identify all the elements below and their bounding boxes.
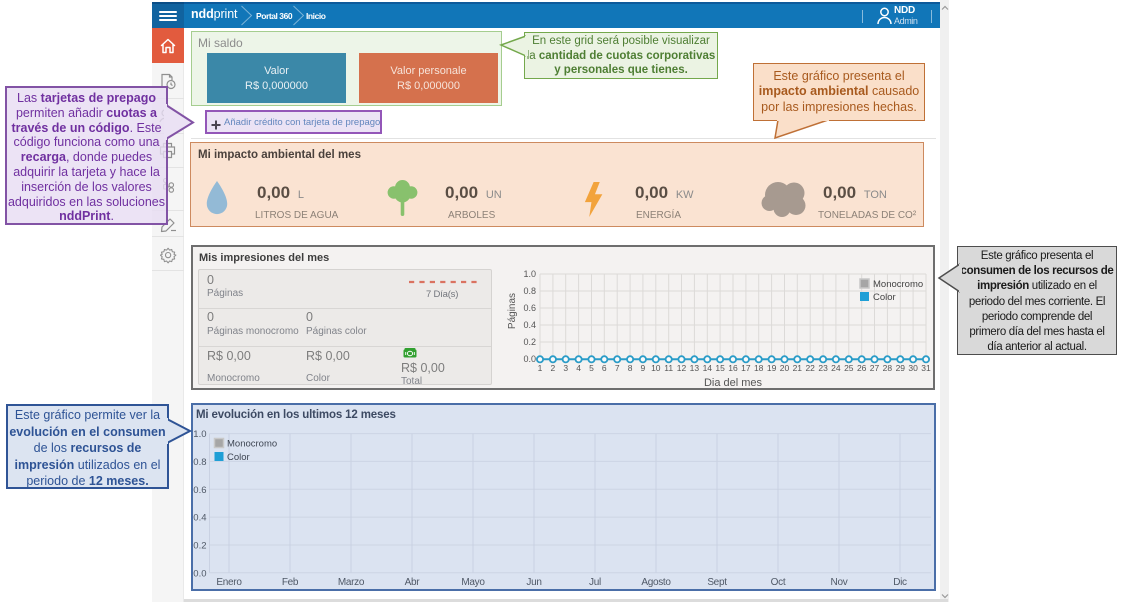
- svg-text:0.4: 0.4: [193, 513, 206, 524]
- svg-text:Feb: Feb: [282, 577, 299, 588]
- svg-text:25: 25: [844, 363, 854, 373]
- svg-text:0.4: 0.4: [523, 320, 536, 330]
- svg-text:31: 31: [921, 363, 931, 373]
- svg-text:22: 22: [805, 363, 815, 373]
- svg-text:5: 5: [589, 363, 594, 373]
- svg-text:11: 11: [664, 363, 673, 373]
- svg-text:Nov: Nov: [831, 577, 848, 588]
- svg-text:Páginas: Páginas: [507, 293, 518, 329]
- svg-text:27: 27: [870, 363, 880, 373]
- svg-text:Color: Color: [873, 292, 896, 303]
- svg-text:Monocromo: Monocromo: [873, 279, 923, 290]
- svg-text:6: 6: [602, 363, 607, 373]
- svg-text:30: 30: [908, 363, 918, 373]
- svg-text:18: 18: [754, 363, 764, 373]
- svg-text:12: 12: [677, 363, 687, 373]
- svg-text:16: 16: [728, 363, 738, 373]
- svg-text:0.6: 0.6: [193, 485, 206, 496]
- svg-text:8: 8: [628, 363, 633, 373]
- svg-text:2: 2: [551, 363, 556, 373]
- svg-text:Oct: Oct: [771, 577, 786, 588]
- svg-text:23: 23: [818, 363, 828, 373]
- svg-text:0.8: 0.8: [523, 286, 536, 296]
- svg-text:Agosto: Agosto: [641, 577, 671, 588]
- svg-text:17: 17: [741, 363, 751, 373]
- svg-text:0.2: 0.2: [523, 337, 536, 347]
- svg-text:Abr: Abr: [405, 577, 421, 588]
- svg-text:Enero: Enero: [216, 577, 242, 588]
- svg-text:21: 21: [793, 363, 803, 373]
- svg-text:1: 1: [538, 363, 543, 373]
- svg-text:Dic: Dic: [893, 577, 907, 588]
- svg-text:15: 15: [715, 363, 725, 373]
- svg-text:14: 14: [703, 363, 713, 373]
- svg-text:9: 9: [641, 363, 646, 373]
- svg-text:20: 20: [780, 363, 790, 373]
- svg-text:7: 7: [615, 363, 620, 373]
- svg-text:Jun: Jun: [526, 577, 541, 588]
- svg-text:0.2: 0.2: [193, 541, 206, 552]
- svg-text:Color: Color: [227, 452, 250, 463]
- svg-text:1.0: 1.0: [523, 269, 536, 279]
- svg-text:29: 29: [896, 363, 906, 373]
- svg-text:Sept: Sept: [707, 577, 727, 588]
- svg-text:0.8: 0.8: [193, 457, 206, 468]
- svg-text:1.0: 1.0: [193, 429, 206, 440]
- svg-text:Jul: Jul: [589, 577, 601, 588]
- svg-text:26: 26: [857, 363, 867, 373]
- svg-text:Dia del mes: Dia del mes: [704, 377, 763, 389]
- svg-text:0.0: 0.0: [523, 354, 536, 364]
- svg-text:Monocromo: Monocromo: [227, 439, 277, 450]
- svg-text:24: 24: [831, 363, 841, 373]
- svg-text:13: 13: [690, 363, 700, 373]
- svg-text:4: 4: [576, 363, 581, 373]
- svg-text:28: 28: [883, 363, 893, 373]
- svg-text:10: 10: [651, 363, 661, 373]
- svg-text:0.6: 0.6: [523, 303, 536, 313]
- svg-text:Marzo: Marzo: [338, 577, 365, 588]
- svg-text:Mayo: Mayo: [461, 577, 485, 588]
- svg-text:0.0: 0.0: [193, 568, 206, 579]
- svg-text:3: 3: [563, 363, 568, 373]
- svg-text:19: 19: [767, 363, 777, 373]
